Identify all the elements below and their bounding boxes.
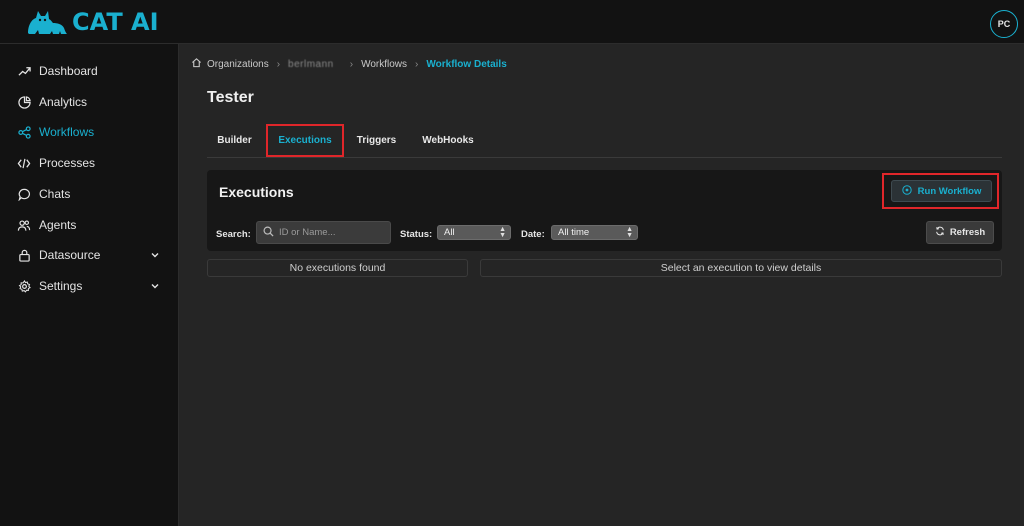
sidebar-item-label: Settings [39, 279, 83, 293]
search-icon [263, 224, 274, 242]
status-select[interactable]: All ▲ ▼ [437, 225, 511, 240]
trending-up-icon [17, 64, 31, 78]
breadcrumb-current: Workflow Details [426, 58, 507, 70]
select-arrows-icon: ▲ ▼ [499, 226, 506, 239]
search-label: Search: [216, 229, 251, 240]
sidebar-item-analytics[interactable]: Analytics [0, 89, 179, 115]
sidebar-item-label: Processes [39, 156, 96, 170]
select-arrows-icon: ▲ ▼ [626, 226, 633, 239]
date-select[interactable]: All time ▲ ▼ [551, 225, 638, 240]
sidebar-item-settings[interactable]: Settings [0, 273, 179, 299]
sidebar-item-chats[interactable]: Chats [0, 181, 179, 207]
search-input[interactable] [279, 227, 379, 238]
breadcrumb-organizations[interactable]: Organizations [207, 59, 269, 70]
chevron-right-icon: › [349, 58, 354, 70]
tab-executions[interactable]: Executions [266, 124, 344, 157]
home-icon[interactable] [191, 57, 202, 71]
page-title: Tester [207, 89, 254, 106]
logo[interactable]: CAT AI [26, 6, 159, 38]
run-workflow-label: Run Workflow [917, 185, 982, 197]
tab-builder[interactable]: Builder [207, 124, 262, 157]
tab-bar: Builder Executions Triggers WebHooks [207, 124, 1002, 158]
date-select-value: All time [558, 227, 590, 238]
date-label: Date: [521, 229, 545, 240]
sidebar-item-label: Chats [39, 187, 71, 201]
executions-title: Executions [219, 184, 294, 200]
chevron-right-icon: › [276, 58, 281, 70]
execution-details-empty: Select an execution to view details [480, 259, 1002, 277]
play-circle-icon [901, 184, 912, 198]
breadcrumb-org-name[interactable]: berlmann [288, 59, 334, 70]
sidebar-item-label: Dashboard [39, 64, 98, 78]
sidebar-item-label: Analytics [39, 95, 88, 109]
pie-chart-icon [17, 95, 31, 109]
sidebar-item-label: Workflows [39, 125, 95, 139]
sidebar-item-dashboard[interactable]: Dashboard [0, 58, 179, 84]
refresh-icon [935, 226, 945, 239]
gear-icon [17, 279, 31, 293]
database-lock-icon [17, 248, 31, 262]
cat-logo-icon [26, 7, 68, 37]
sidebar-item-workflows[interactable]: Workflows [0, 119, 179, 145]
refresh-label: Refresh [949, 227, 986, 238]
chevron-right-icon: › [415, 58, 419, 70]
breadcrumb-workflows[interactable]: Workflows [361, 59, 407, 70]
sidebar-item-label: Agents [39, 218, 77, 232]
chat-bubble-icon [17, 187, 31, 201]
top-bar: CAT AI PC [0, 0, 1024, 44]
sidebar: Dashboard Analytics Workflows Processes … [0, 44, 179, 526]
executions-panel: Executions Run Workflow Search: Status: … [207, 170, 1002, 251]
refresh-button[interactable]: Refresh [926, 221, 994, 244]
sidebar-item-label: Datasource [39, 248, 101, 262]
user-avatar[interactable]: PC [990, 10, 1018, 38]
users-icon [17, 218, 31, 232]
sidebar-item-processes[interactable]: Processes [0, 150, 179, 176]
brand-name: CAT AI [72, 8, 159, 36]
tab-webhooks[interactable]: WebHooks [417, 124, 479, 157]
code-icon [17, 156, 31, 170]
run-workflow-button[interactable]: Run Workflow [891, 180, 992, 202]
chevron-down-icon[interactable] [149, 280, 161, 292]
breadcrumb: Organizations › berlmann › Workflows › W… [191, 57, 507, 71]
chevron-down-icon[interactable] [149, 249, 161, 261]
sidebar-item-agents[interactable]: Agents [0, 212, 179, 238]
search-field[interactable] [256, 221, 391, 244]
status-label: Status: [400, 229, 433, 240]
sidebar-item-datasource[interactable]: Datasource [0, 242, 179, 268]
share-nodes-icon [17, 125, 31, 139]
status-select-value: All [444, 227, 455, 238]
tab-triggers[interactable]: Triggers [350, 124, 403, 157]
executions-list-empty: No executions found [207, 259, 468, 277]
